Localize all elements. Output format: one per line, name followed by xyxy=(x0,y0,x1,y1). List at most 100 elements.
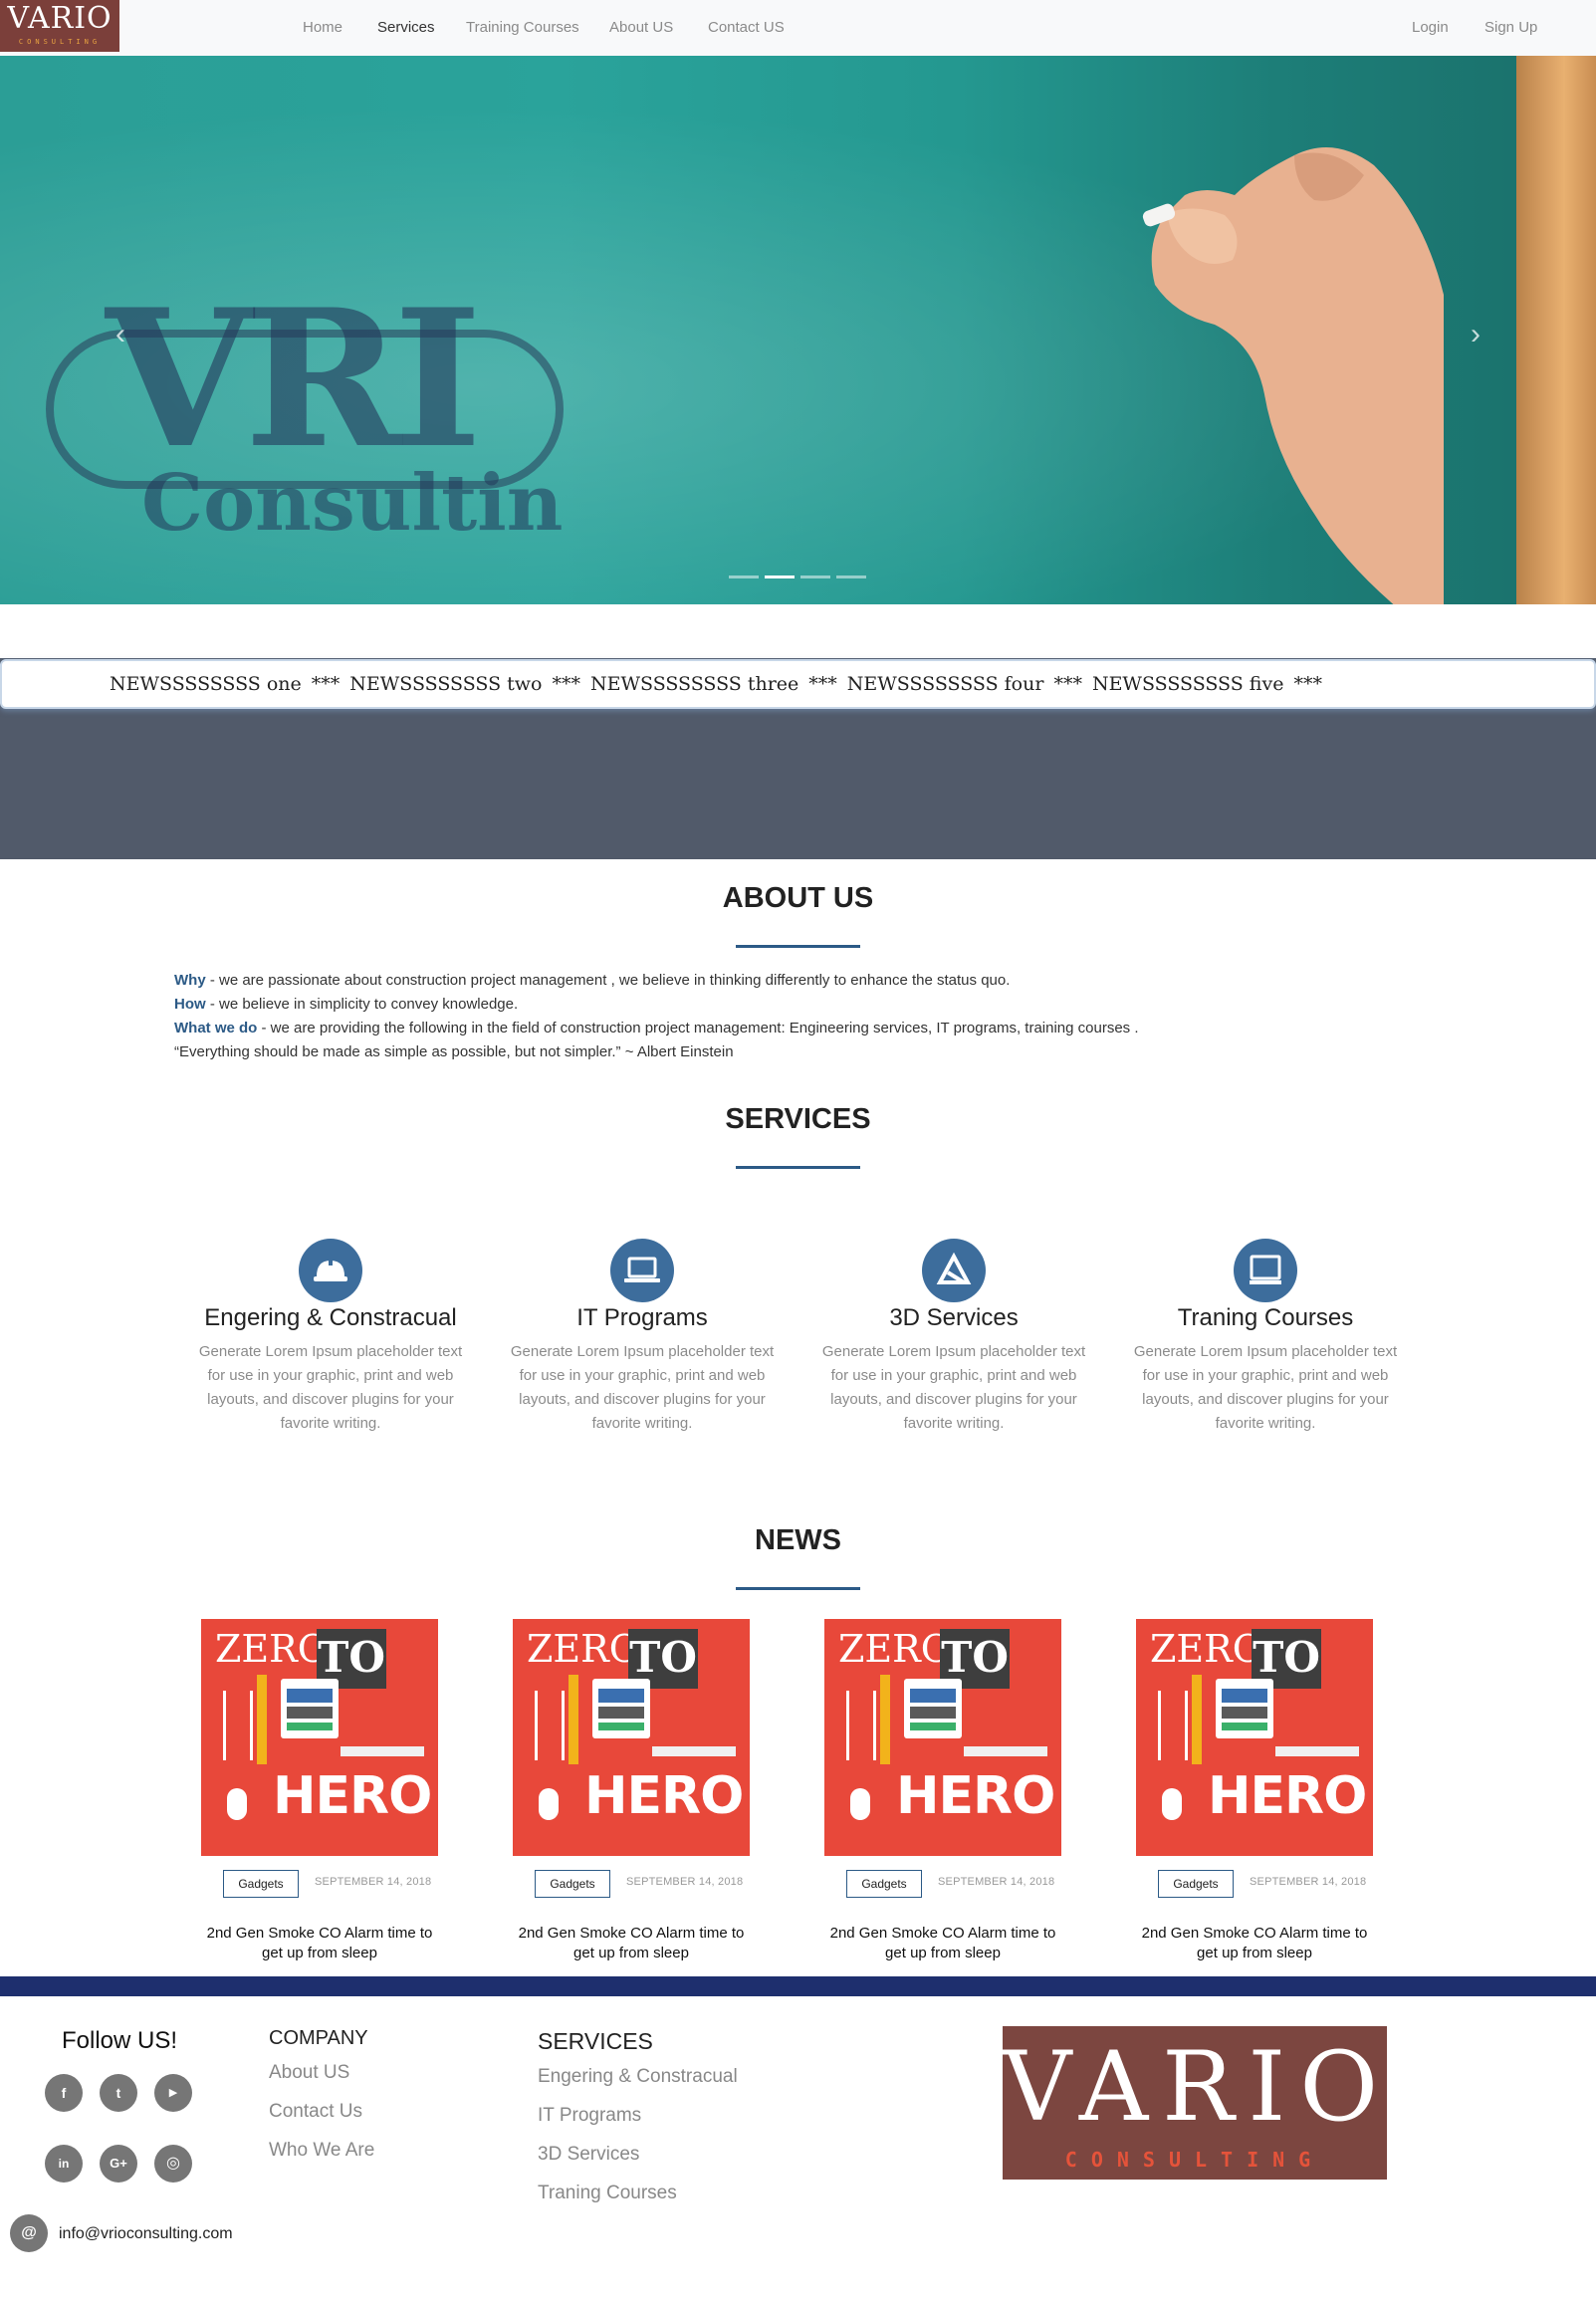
news-image-text-zero: ZERO xyxy=(527,1627,640,1671)
footer-logo: VARIO CONSULTING xyxy=(1003,2026,1387,2180)
twitter-icon[interactable]: t xyxy=(100,2074,137,2112)
screen-graphic xyxy=(1216,1679,1273,1738)
news-date: SEPTEMBER 14, 2018 xyxy=(1250,1876,1367,1888)
news-card-title[interactable]: 2nd Gen Smoke CO Alarm time to get up fr… xyxy=(201,1924,438,1963)
nav-link-home[interactable]: Home xyxy=(303,18,342,38)
screen-graphic xyxy=(904,1679,962,1738)
compass-graphic xyxy=(535,1691,565,1760)
carousel-prev-button[interactable]: ‹ xyxy=(106,315,135,354)
news-card-image[interactable]: ZERO TO HERO xyxy=(201,1619,438,1856)
footer-link-contact-us[interactable]: Contact Us xyxy=(269,2101,362,2123)
news-card-image[interactable]: ZERO TO HERO xyxy=(824,1619,1061,1856)
pencil-graphic xyxy=(569,1675,578,1764)
about-what-key: What we do xyxy=(174,1020,258,1036)
footer-logo-word: VARIO xyxy=(1003,2031,1393,2143)
about-what-text: - we are providing the following in the … xyxy=(257,1020,1139,1036)
facebook-icon[interactable]: f xyxy=(45,2074,83,2112)
google-plus-icon[interactable]: G+ xyxy=(100,2145,137,2183)
about-title: ABOUT US xyxy=(722,882,874,914)
nav-link-services[interactable]: Services xyxy=(377,18,435,38)
about-why-key: Why xyxy=(174,972,206,989)
about-how-text: - we believe in simplicity to convey kno… xyxy=(205,996,519,1013)
news-tag[interactable]: Gadgets xyxy=(846,1870,922,1898)
carousel-indicators xyxy=(729,575,868,581)
mouse-graphic xyxy=(850,1788,870,1820)
ticker-separator: *** xyxy=(808,673,837,695)
linkedin-icon[interactable]: in xyxy=(45,2145,83,2183)
footer-link-about-us[interactable]: About US xyxy=(269,2062,349,2084)
carousel-indicator-1[interactable] xyxy=(729,575,759,578)
news-image-text-zero: ZERO xyxy=(215,1627,329,1671)
about-why: Why - we are passionate about constructi… xyxy=(174,969,1319,993)
ticker-item[interactable]: NEWSSSSSSSS two xyxy=(349,673,542,695)
footer-link-3d-services[interactable]: 3D Services xyxy=(538,2144,639,2166)
carousel-indicator-4[interactable] xyxy=(836,575,866,578)
carousel-next-button[interactable]: › xyxy=(1461,315,1490,354)
footer-email[interactable]: info@vrioconsulting.com xyxy=(59,2225,233,2243)
mouse-graphic xyxy=(227,1788,247,1820)
carousel-indicator-3[interactable] xyxy=(800,575,830,578)
news-image-text-hero: HERO xyxy=(1208,1766,1367,1826)
news-image-text-hero: HERO xyxy=(273,1766,432,1826)
news-card-title[interactable]: 2nd Gen Smoke CO Alarm time to get up fr… xyxy=(513,1924,750,1963)
ticker-item[interactable]: NEWSSSSSSSS five xyxy=(1092,673,1284,695)
footer-company-heading: COMPANY xyxy=(269,2027,368,2049)
signup-link[interactable]: Sign Up xyxy=(1484,18,1537,38)
pencil-graphic xyxy=(1192,1675,1202,1764)
mouse-graphic xyxy=(539,1788,559,1820)
ruler-graphic xyxy=(964,1746,1047,1756)
news-image-text-zero: ZERO xyxy=(838,1627,952,1671)
hero-logo-big-text: VRI xyxy=(106,268,482,490)
screen-graphic xyxy=(281,1679,339,1738)
about-why-text: - we are passionate about construction p… xyxy=(205,972,1011,989)
services-title: SERVICES xyxy=(725,1103,871,1135)
news-ticker-track: NEWSSSSSSSS one *** NEWSSSSSSSS two *** NEWS… xyxy=(110,673,1332,695)
3d-logo-icon xyxy=(922,1239,986,1302)
news-card-title[interactable]: 2nd Gen Smoke CO Alarm time to get up fr… xyxy=(824,1924,1061,1963)
ruler-graphic xyxy=(341,1746,424,1756)
mouse-graphic xyxy=(1162,1788,1182,1820)
login-link[interactable]: Login xyxy=(1412,18,1449,38)
ticker-separator: *** xyxy=(552,673,580,695)
pencil-graphic xyxy=(880,1675,890,1764)
service-title: IT Programs xyxy=(576,1304,708,1331)
ticker-item[interactable]: NEWSSSSSSSS four xyxy=(847,673,1044,695)
hero-logo-small-text: Consultin xyxy=(141,458,564,549)
nav-link-about-us[interactable]: About US xyxy=(609,18,673,38)
footer-link-who-we-are[interactable]: Who We Are xyxy=(269,2140,374,2162)
news-tag[interactable]: Gadgets xyxy=(223,1870,299,1898)
instagram-icon[interactable]: ◎ xyxy=(154,2145,192,2183)
news-title: NEWS xyxy=(755,1524,841,1556)
carousel-indicator-2[interactable] xyxy=(765,575,795,578)
news-image-text-hero: HERO xyxy=(584,1766,744,1826)
nav-link-training-courses[interactable]: Training Courses xyxy=(466,18,579,38)
ticker-separator: *** xyxy=(1053,673,1082,695)
pencil-graphic xyxy=(257,1675,267,1764)
news-card-title[interactable]: 2nd Gen Smoke CO Alarm time to get up fr… xyxy=(1136,1924,1373,1963)
hero-carousel: VRI Consultin ‹ › xyxy=(0,56,1596,604)
ticker-item[interactable]: NEWSSSSSSSS one xyxy=(110,673,302,695)
screen-graphic xyxy=(592,1679,650,1738)
ticker-item[interactable]: NEWSSSSSSSS three xyxy=(590,673,798,695)
about-how-key: How xyxy=(174,996,206,1013)
service-title: 3D Services xyxy=(889,1304,1019,1331)
news-card-image[interactable]: ZERO TO HERO xyxy=(513,1619,750,1856)
chevron-right-icon: › xyxy=(1471,318,1481,350)
footer-top-bar xyxy=(0,1976,1596,1996)
brand-logo-word: VARIO xyxy=(7,1,113,36)
nav-link-contact-us[interactable]: Contact US xyxy=(708,18,785,38)
email-icon: @ xyxy=(10,2214,48,2252)
youtube-icon[interactable]: ▶ xyxy=(154,2074,192,2112)
service-description: Generate Lorem Ipsum placeholder text fo… xyxy=(1133,1343,1398,1432)
footer-link-engineering[interactable]: Engering & Constracual xyxy=(538,2066,738,2088)
footer-link-it-programs[interactable]: IT Programs xyxy=(538,2105,641,2127)
news-tag[interactable]: Gadgets xyxy=(1158,1870,1234,1898)
news-tag[interactable]: Gadgets xyxy=(535,1870,610,1898)
about-title-rule xyxy=(736,945,860,948)
board-frame xyxy=(1516,56,1596,604)
news-card-image[interactable]: ZERO TO HERO xyxy=(1136,1619,1373,1856)
footer-link-training-courses[interactable]: Traning Courses xyxy=(538,2183,677,2204)
brand-logo[interactable]: VARIO CONSULTING xyxy=(0,0,119,52)
about-how: How - we believe in simplicity to convey… xyxy=(174,993,1319,1017)
news-title-rule xyxy=(736,1587,860,1590)
